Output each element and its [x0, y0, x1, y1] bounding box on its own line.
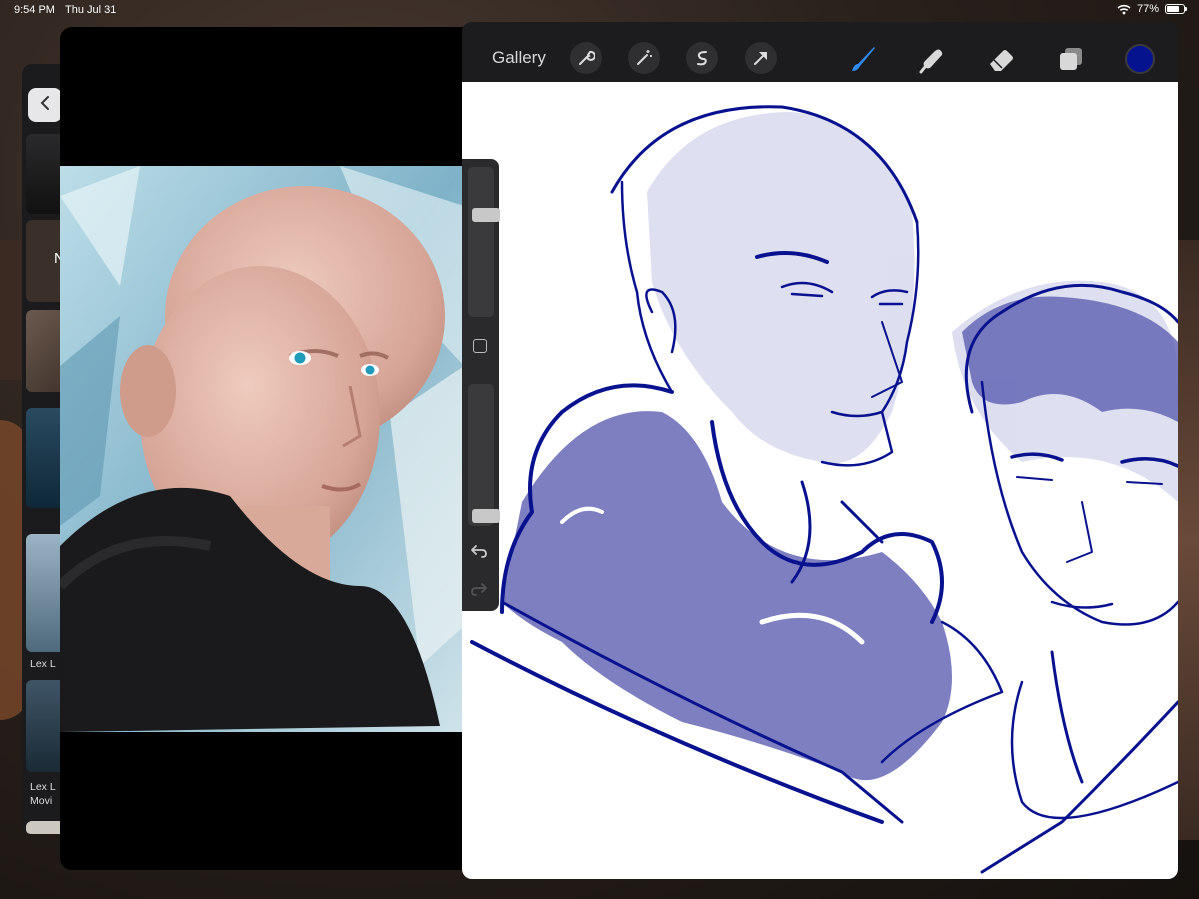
thumbnail-caption: Lex L	[30, 658, 56, 670]
battery-percent: 77%	[1136, 3, 1159, 15]
adjustments-button[interactable]	[628, 42, 660, 74]
undo-icon	[470, 545, 487, 558]
toolbar: Gallery	[462, 22, 1178, 82]
layers-button[interactable]	[1054, 42, 1088, 76]
opacity-slider[interactable]	[468, 384, 500, 526]
wrench-icon	[579, 50, 595, 65]
brush-size-thumb[interactable]	[472, 207, 500, 222]
reference-image-window[interactable]	[60, 27, 464, 870]
smudge-tool[interactable]	[915, 42, 949, 76]
brush-icon	[852, 47, 875, 71]
eraser-tool[interactable]	[984, 42, 1018, 76]
battery-fill	[1167, 6, 1180, 12]
transform-button[interactable]	[745, 42, 777, 74]
selection-button[interactable]	[686, 42, 718, 74]
brush-size-slider[interactable]	[468, 167, 500, 317]
status-date: Thu Jul 31	[65, 4, 117, 16]
procreate-window[interactable]: Gallery	[462, 22, 1178, 879]
thumbnail-caption: Lex L Movi	[30, 780, 56, 808]
status-bar: 9:54 PM Thu Jul 31 77%	[0, 0, 1199, 22]
eraser-icon	[990, 50, 1013, 71]
arrow-transform-icon	[754, 52, 767, 65]
gallery-button[interactable]: Gallery	[492, 48, 546, 68]
redo-icon	[471, 583, 488, 596]
opacity-thumb[interactable]	[472, 509, 500, 524]
caption-line: Movi	[30, 795, 53, 807]
smudge-icon	[919, 49, 943, 74]
modify-button[interactable]	[473, 339, 487, 353]
undo-button[interactable]	[470, 544, 487, 563]
actions-button[interactable]	[570, 42, 602, 74]
side-toolbar	[462, 159, 500, 611]
redo-button[interactable]	[471, 582, 488, 601]
status-indicators: 77%	[1117, 3, 1187, 15]
magic-wand-icon	[637, 50, 652, 65]
chevron-left-icon	[40, 96, 49, 110]
battery-icon	[1165, 4, 1187, 14]
color-picker-button[interactable]	[1125, 44, 1155, 74]
wallpaper	[1177, 240, 1199, 840]
status-time: 9:54 PM	[14, 4, 55, 16]
reference-photo	[60, 166, 464, 732]
brush-tool[interactable]	[846, 42, 880, 76]
layers-icon	[1060, 48, 1082, 70]
selection-icon	[697, 51, 707, 66]
caption-line: Lex L	[30, 781, 56, 793]
sketch-artwork	[470, 105, 1178, 874]
back-button[interactable]	[28, 88, 62, 122]
wifi-icon	[1117, 4, 1131, 14]
drawing-canvas[interactable]	[462, 82, 1178, 879]
